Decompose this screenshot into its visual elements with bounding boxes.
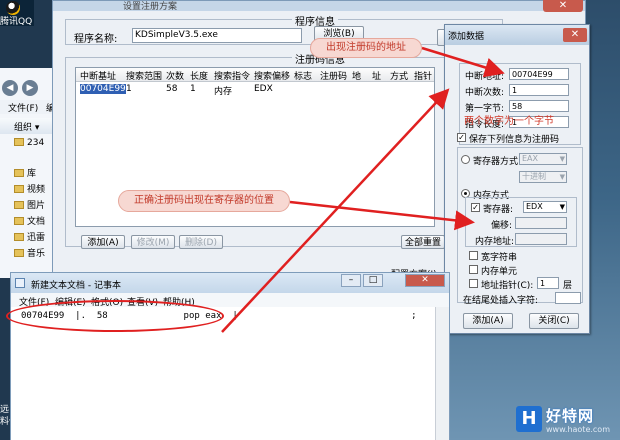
annotation-arrows — [221, 46, 505, 333]
watermark-url: www.haote.com — [546, 425, 610, 434]
callout-address: 出现注册码的地址 — [310, 38, 422, 58]
callout-register: 正确注册码出现在寄存器的位置 — [118, 190, 290, 212]
arrow-to-register — [289, 200, 475, 231]
arrow-from-notepad — [221, 88, 450, 333]
site-watermark: H 好特网 www.haote.com — [516, 404, 620, 440]
arrow-to-breakpoint — [421, 46, 505, 78]
note-digits: 两个数字为一个字节 — [464, 116, 554, 127]
watermark-logo: H — [516, 406, 542, 432]
watermark-name: 好特网 — [546, 407, 595, 425]
